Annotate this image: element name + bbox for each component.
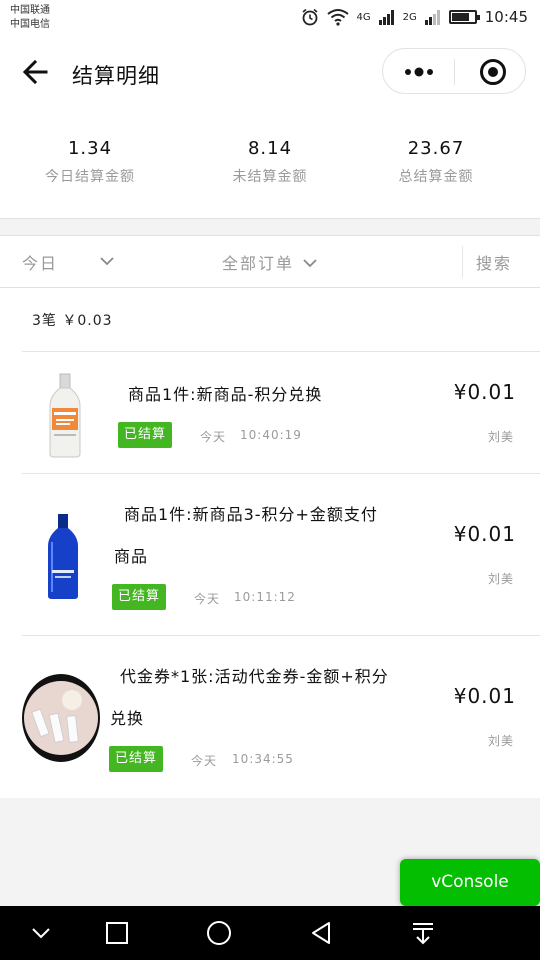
settled-badge: 已结算 — [118, 422, 173, 448]
order-row[interactable]: 商品1件:新商品3-积分+金额支付 商品 已结算 今天 10:11:12 ¥0.… — [22, 473, 540, 635]
today-settled-value: 1.34 — [67, 138, 113, 159]
status-icons: 4G 2G 10:45 — [301, 8, 528, 26]
battery-icon — [448, 10, 480, 24]
chevron-down-icon — [303, 258, 317, 267]
total-settled-value: 23.67 — [407, 138, 465, 159]
wifi-icon — [326, 9, 349, 26]
carrier-1: 中国联通 — [10, 5, 50, 16]
order-amount: ¥0.01 — [453, 380, 516, 404]
order-filter-dropdown[interactable]: 全部订单 — [222, 250, 317, 274]
system-nav-bar — [0, 906, 540, 960]
back-arrow-icon[interactable] — [20, 56, 52, 88]
order-person: 刘美 — [487, 734, 514, 748]
network-2-label: 2G — [402, 11, 417, 23]
close-mini-program-icon[interactable] — [479, 58, 507, 86]
order-filter-label: 全部订单 — [222, 254, 295, 273]
order-title-line2: 兑换 — [110, 709, 145, 728]
network-1-label: 4G — [356, 11, 371, 23]
date-filter-label: 今日 — [22, 254, 59, 273]
settled-badge: 已结算 — [112, 584, 167, 610]
section-separator — [0, 218, 540, 236]
order-person: 刘美 — [487, 572, 514, 586]
today-settled: 1.34 今日结算金额 — [0, 134, 180, 186]
chevron-down-icon — [100, 257, 114, 266]
alarm-icon — [302, 8, 318, 26]
header: 结算明细 — [0, 36, 540, 110]
clock: 10:45 — [484, 8, 528, 26]
order-person: 刘美 — [487, 430, 514, 444]
blue-vodka-bottle-image — [48, 514, 78, 599]
status-bar: 中国联通 中国电信 4G 2G 10:45 — [0, 0, 540, 36]
order-day: 今天 — [194, 592, 221, 606]
order-day: 今天 — [200, 430, 227, 444]
orange-vodka-bottle-image — [49, 373, 81, 458]
chevron-down-icon[interactable] — [26, 918, 56, 948]
unsettled-label: 未结算金额 — [232, 169, 308, 185]
order-count-total: 3笔 ￥0.03 — [32, 313, 113, 329]
search-button[interactable]: 搜索 — [476, 250, 512, 274]
settlement-summary: 1.34 今日结算金额 8.14 未结算金额 23.67 总结算金额 — [0, 134, 540, 204]
order-row[interactable]: 商品1件:新商品-积分兑换 已结算 今天 10:40:19 ¥0.01 刘美 — [22, 351, 540, 473]
unsettled-value: 8.14 — [247, 138, 293, 159]
carrier-info: 中国联通 中国电信 — [10, 4, 50, 32]
order-time: 10:11:12 — [234, 590, 296, 604]
signal-icon — [378, 10, 394, 25]
home-circle-icon[interactable] — [204, 918, 234, 948]
unsettled: 8.14 未结算金额 — [180, 134, 360, 186]
vconsole-button[interactable]: vConsole — [400, 859, 540, 906]
total-settled-label: 总结算金额 — [398, 169, 474, 185]
order-title-line1: 代金券*1张:活动代金券-金额+积分 — [120, 667, 389, 686]
carrier-2: 中国电信 — [10, 19, 50, 30]
back-triangle-icon[interactable] — [306, 918, 336, 948]
page-title: 结算明细 — [72, 64, 160, 88]
filter-bar: 今日 全部订单 搜索 — [0, 236, 540, 288]
order-title: 商品1件:新商品-积分兑换 — [128, 385, 323, 404]
recents-square-icon[interactable] — [102, 918, 132, 948]
order-time: 10:34:55 — [232, 752, 294, 766]
order-day: 今天 — [191, 754, 218, 768]
today-settled-label: 今日结算金额 — [45, 169, 135, 185]
date-filter-dropdown[interactable]: 今日 — [22, 250, 114, 274]
mini-program-capsule — [382, 48, 526, 94]
order-amount: ¥0.01 — [453, 522, 516, 546]
settled-badge: 已结算 — [109, 746, 164, 772]
order-row[interactable]: 代金券*1张:活动代金券-金额+积分 兑换 已结算 今天 10:34:55 ¥0… — [22, 635, 540, 798]
capsule-divider — [454, 59, 455, 85]
order-amount: ¥0.01 — [453, 684, 516, 708]
order-title-line1: 商品1件:新商品3-积分+金额支付 — [124, 505, 378, 524]
order-title-line2: 商品 — [114, 547, 149, 566]
total-settled: 23.67 总结算金额 — [346, 134, 526, 186]
order-time: 10:40:19 — [240, 428, 302, 442]
more-icon[interactable] — [401, 59, 437, 85]
notification-pull-icon[interactable] — [408, 918, 438, 948]
signal-icon — [424, 10, 440, 25]
filter-divider — [462, 246, 463, 278]
voucher-photo-image — [22, 674, 100, 762]
